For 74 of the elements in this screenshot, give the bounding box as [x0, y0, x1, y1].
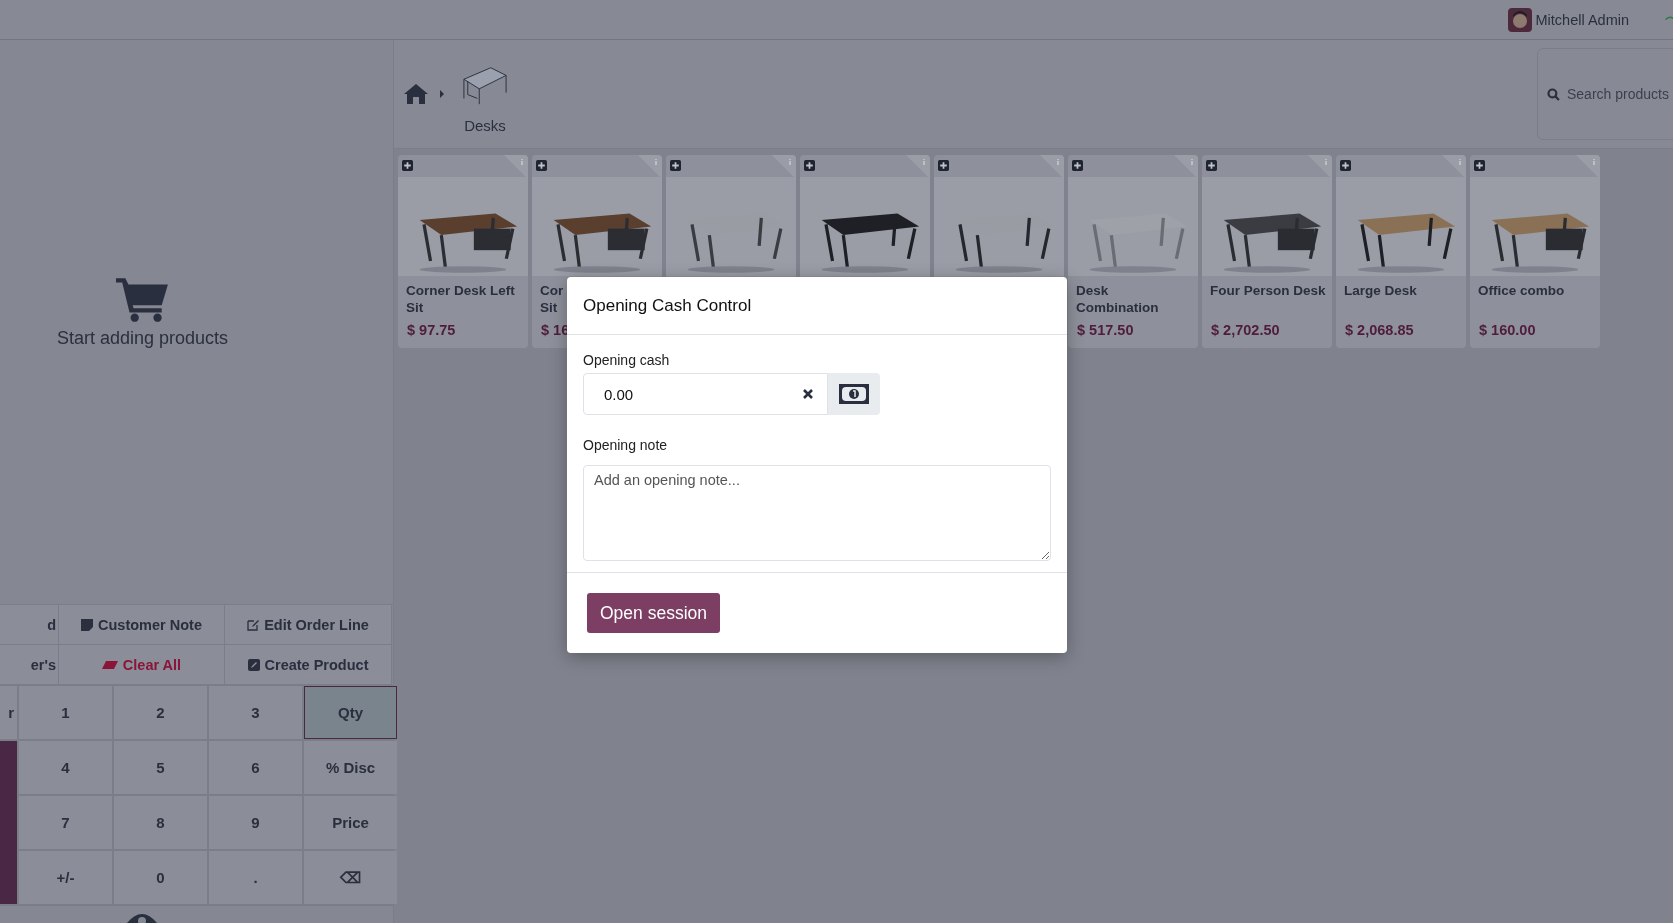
open-session-button[interactable]: Open session [587, 593, 720, 633]
plus-icon[interactable] [1072, 160, 1083, 171]
plus-icon[interactable] [402, 160, 413, 171]
product-card[interactable]: Large Desk $ 2,068.85 [1336, 155, 1466, 348]
plus-icon[interactable] [670, 160, 681, 171]
empty-cart-message: Start adding products [56, 327, 229, 349]
product-name: Corner Desk Left [406, 282, 515, 299]
numpad-key[interactable]: +/- [19, 851, 112, 904]
cart-icon [115, 275, 170, 322]
numpad-key[interactable]: 3 [209, 686, 302, 739]
product-price: $ 160.00 [1478, 321, 1537, 338]
action-button[interactable]: Create Product [225, 645, 392, 685]
search-icon [1547, 88, 1560, 101]
numpad-key[interactable]: 6 [209, 741, 302, 794]
product-card[interactable]: Desk Combination $ 517.50 [1068, 155, 1198, 348]
product-price: $ 2,702.50 [1210, 321, 1281, 338]
numpad-key[interactable]: ⌫ [304, 851, 397, 904]
numpad-key[interactable]: Qty [304, 686, 397, 739]
avatar-icon[interactable] [1507, 7, 1532, 32]
cash-details-button[interactable] [828, 373, 880, 415]
product-name: Office combo [1478, 282, 1565, 299]
category-button[interactable]: Desks [462, 54, 508, 134]
desk-icon [462, 64, 508, 105]
numpad-key[interactable]: 9 [209, 796, 302, 849]
user-name[interactable]: Mitchell Admin [1535, 11, 1629, 28]
numpad-key[interactable]: . [209, 851, 302, 904]
action-button[interactable]: Customer Note [59, 605, 225, 645]
product-card[interactable]: Four Person Desk $ 2,702.50 [1202, 155, 1332, 348]
numpad-key[interactable]: r [0, 686, 17, 739]
product-card[interactable]: Office combo $ 160.00 [1470, 155, 1600, 348]
product-card[interactable]: Corner Desk Left Sit $ 97.75 [398, 155, 528, 348]
product-name: Desk [1076, 282, 1109, 299]
action-button[interactable]: er's [0, 645, 59, 685]
product-price: $ 97.75 [406, 321, 457, 338]
action-button[interactable]: Edit Order Line [225, 605, 392, 645]
caret-icon [440, 90, 444, 98]
opening-cash-field[interactable]: 0.00 [583, 373, 828, 415]
opening-note-field[interactable]: Add an opening note... [583, 465, 1051, 561]
numpad-key[interactable]: 1 [19, 686, 112, 739]
plus-icon[interactable] [804, 160, 815, 171]
numpad-key[interactable]: % Disc [304, 741, 397, 794]
numpad-key[interactable]: 7 [19, 796, 112, 849]
field-label: Opening note [583, 437, 669, 453]
clear-icon[interactable] [803, 389, 813, 399]
numpad-key[interactable]: 5 [114, 741, 207, 794]
numpad-key[interactable]: Price [304, 796, 397, 849]
action-button[interactable]: Clear All [59, 645, 225, 685]
numpad-key[interactable]: 8 [114, 796, 207, 849]
home-icon[interactable] [404, 84, 428, 104]
plus-icon[interactable] [536, 160, 547, 171]
note-icon [81, 618, 94, 631]
product-price: $ 517.50 [1076, 321, 1135, 338]
action-button[interactable]: d [0, 605, 59, 645]
banknote-icon [839, 384, 869, 404]
numpad-key[interactable]: 0 [114, 851, 207, 904]
eraser-icon [101, 659, 118, 670]
plus-icon[interactable] [1474, 160, 1485, 171]
plus-icon[interactable] [1340, 160, 1351, 171]
product-name: Large Desk [1344, 282, 1417, 299]
numpad-key[interactable]: 2 [114, 686, 207, 739]
product-name: Sit [540, 299, 558, 316]
field-label: Opening cash [583, 352, 671, 368]
product-name: Sit [406, 299, 424, 316]
product-name: Cor [540, 282, 564, 299]
product-price: $ 2,068.85 [1344, 321, 1415, 338]
search-field[interactable]: Search products [1537, 48, 1673, 140]
edit-icon [247, 618, 260, 631]
plus-icon[interactable] [938, 160, 949, 171]
pencil-square-icon [247, 658, 260, 671]
product-name: Four Person Desk [1210, 282, 1326, 299]
numpad-key[interactable]: 4 [19, 741, 112, 794]
eye-icon[interactable] [127, 911, 157, 923]
plus-icon[interactable] [1206, 160, 1217, 171]
product-name: Combination [1076, 299, 1159, 316]
